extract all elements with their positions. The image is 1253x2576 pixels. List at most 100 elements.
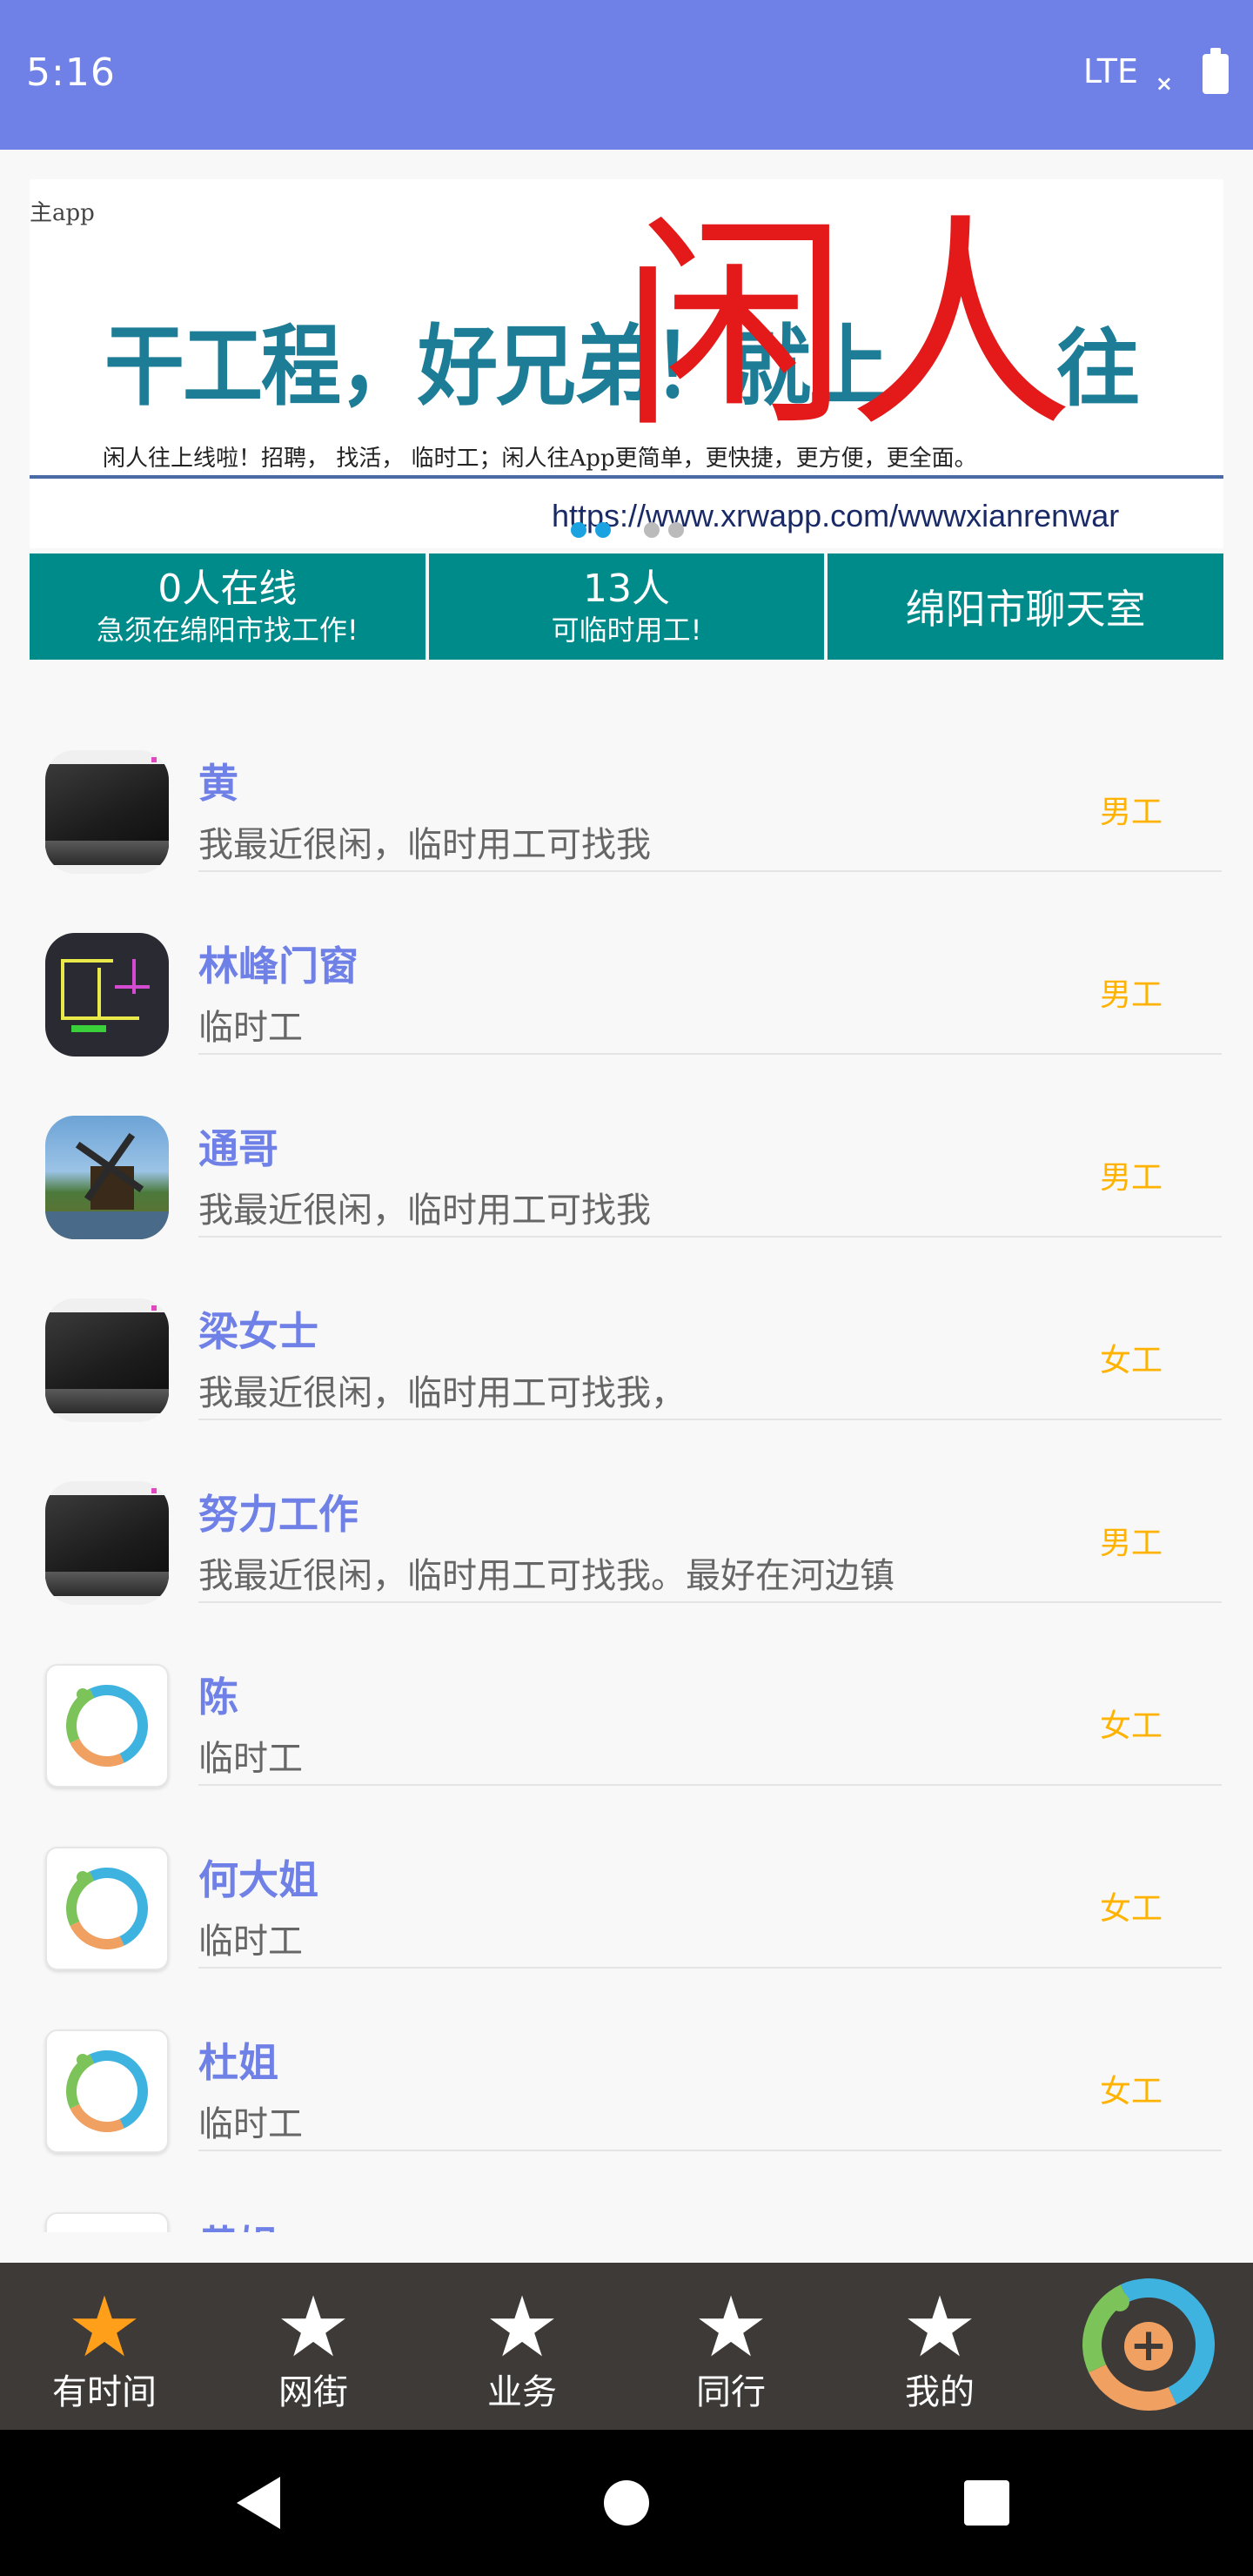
list-item[interactable]: 通哥我最近很闲，临时用工可找我 男工: [0, 1070, 1253, 1253]
worker-name: 杜姐: [198, 2039, 278, 2086]
nav-tab-business[interactable]: ★ 业务: [418, 2263, 626, 2430]
system-nav-bar: [0, 2430, 1253, 2576]
bottom-nav: ★ 有时间 ★ 网街 ★ 业务 ★ 同行 ★ 我的 +: [0, 2259, 1253, 2430]
gender-tag: 女工: [1100, 1708, 1163, 1744]
available-workers-subtitle: 可临时用工!: [551, 614, 702, 647]
info-bar: 0人在线 急须在绵阳市找工作! 13人 可临时用工! 绵阳市聊天室: [30, 553, 1224, 660]
worker-description: 我最近很闲，临时用工可找我，: [198, 1373, 686, 1413]
worker-name: 梁女士: [198, 1308, 318, 1355]
star-icon: ★: [484, 2278, 560, 2376]
worker-description: 我最近很闲，临时用工可找我: [198, 1191, 651, 1231]
online-subtitle: 急须在绵阳市找工作!: [96, 614, 358, 647]
windmill-avatar: [45, 1116, 169, 1239]
nav-tab-label: 业务: [487, 2372, 557, 2412]
status-time: 5:16: [26, 50, 116, 95]
list-item[interactable]: 黄姐: [0, 2167, 1253, 2232]
divider: [198, 1784, 1222, 1786]
back-icon[interactable]: [237, 2477, 280, 2529]
laptop-avatar: [45, 1298, 169, 1422]
nav-tab-label: 网街: [278, 2372, 348, 2412]
online-count: 0人在线: [157, 567, 298, 611]
worker-name: 黄姐: [198, 2214, 278, 2232]
carousel-dot[interactable]: [595, 522, 611, 538]
worker-name: 林峰门窗: [198, 943, 358, 989]
add-post-button[interactable]: +: [1063, 2259, 1234, 2430]
star-icon: ★: [66, 2278, 143, 2376]
worker-name: 黄: [198, 760, 238, 807]
nav-tab-me[interactable]: ★ 我的: [835, 2263, 1044, 2430]
nav-tab-label: 我的: [905, 2372, 975, 2412]
worker-name: 通哥: [198, 1125, 278, 1172]
carousel-dot[interactable]: [668, 522, 684, 538]
list-item[interactable]: 努力工作我最近很闲，临时用工可找我。最好在河边镇 男工: [0, 1436, 1253, 1619]
page: 5:16 LTE × 主app 干工程，好兄弟！就上 闲人 往 闲人往上线啦！招…: [0, 0, 1253, 2576]
logo-dot: [1110, 2292, 1129, 2311]
network-indicator: LTE: [1082, 52, 1138, 91]
gender-tag: 男工: [1100, 1160, 1163, 1196]
list-item[interactable]: 黄我最近很闲，临时用工可找我 男工: [0, 705, 1253, 888]
floorplan-avatar: [45, 933, 169, 1057]
app-logo-avatar: [45, 1664, 169, 1788]
worker-description: 临时工: [198, 1922, 303, 1962]
plus-icon: +: [1124, 2322, 1173, 2371]
worker-description: 临时工: [198, 1739, 303, 1779]
gender-tag: 女工: [1100, 1891, 1163, 1927]
online-count-cell[interactable]: 0人在线 急须在绵阳市找工作!: [30, 553, 425, 660]
nav-tab-label: 有时间: [52, 2372, 157, 2412]
divider: [198, 1419, 1222, 1420]
available-workers-cell[interactable]: 13人 可临时用工!: [428, 553, 825, 660]
star-icon: ★: [693, 2278, 769, 2376]
gender-tag: 女工: [1100, 1343, 1163, 1379]
app-logo-avatar: [45, 1847, 169, 1970]
nav-tab-free-time[interactable]: ★ 有时间: [0, 2263, 209, 2430]
worker-name: 何大姐: [198, 1856, 318, 1903]
battery-icon: [1203, 48, 1229, 94]
worker-description: 我最近很闲，临时用工可找我: [198, 825, 651, 865]
divider: [198, 870, 1222, 872]
banner-app-text: 主app: [30, 200, 95, 226]
divider: [198, 1967, 1222, 1969]
nav-tab-peers[interactable]: ★ 同行: [626, 2263, 835, 2430]
banner-big-text: 闲人: [621, 196, 1074, 459]
star-icon: ★: [901, 2278, 978, 2376]
laptop-avatar: [45, 750, 169, 874]
list-item[interactable]: 陈临时工 女工: [0, 1619, 1253, 1801]
no-signal-icon: ×: [1155, 71, 1173, 96]
gender-tag: 女工: [1100, 2074, 1163, 2110]
carousel-dot[interactable]: [644, 522, 660, 538]
list-item[interactable]: 杜姐临时工 女工: [0, 1984, 1253, 2167]
list-item[interactable]: 何大姐临时工 女工: [0, 1801, 1253, 1984]
carousel-indicator: [539, 522, 684, 540]
chatroom-label: 绵阳市聊天室: [905, 586, 1146, 633]
divider: [198, 2150, 1222, 2151]
home-icon[interactable]: [604, 2480, 649, 2526]
list-item[interactable]: 林峰门窗临时工 男工: [0, 888, 1253, 1070]
gender-tag: 男工: [1100, 795, 1163, 830]
available-workers-count: 13人: [583, 567, 670, 611]
app-logo-avatar: [45, 2212, 169, 2232]
banner-description: 闲人往上线啦！招聘， 找活， 临时工；闲人往App更简单，更快捷，更方便，更全面…: [103, 446, 977, 472]
worker-name: 陈: [198, 1674, 238, 1721]
star-icon: ★: [275, 2278, 352, 2376]
worker-description: 临时工: [198, 2104, 303, 2144]
gender-tag: 男工: [1100, 977, 1163, 1013]
app-logo-avatar: [45, 2029, 169, 2153]
promo-banner[interactable]: 主app 干工程，好兄弟！就上 闲人 往 闲人往上线啦！招聘， 找活， 临时工；…: [30, 179, 1223, 548]
laptop-avatar: [45, 1481, 169, 1605]
nav-tab-street[interactable]: ★ 网街: [209, 2263, 418, 2430]
divider: [198, 1601, 1222, 1603]
nav-tab-label: 同行: [696, 2372, 766, 2412]
recent-apps-icon[interactable]: [964, 2480, 1009, 2526]
list-item[interactable]: 梁女士我最近很闲，临时用工可找我， 女工: [0, 1253, 1253, 1436]
carousel-dot[interactable]: [571, 522, 586, 538]
gender-tag: 男工: [1100, 1526, 1163, 1561]
divider: [198, 1053, 1222, 1055]
worker-list[interactable]: 黄我最近很闲，临时用工可找我 男工 林峰门窗 临时工 男工 通哥 我最近很闲，临时用工可找我…: [0, 705, 1253, 2232]
chatroom-button[interactable]: 绵阳市聊天室: [828, 553, 1224, 660]
worker-name: 努力工作: [198, 1491, 358, 1538]
banner-divider: [30, 475, 1223, 479]
banner-wang-text: 往: [1056, 319, 1140, 418]
worker-description: 我最近很闲，临时用工可找我。最好在河边镇: [198, 1556, 895, 1596]
worker-description: 临时工: [198, 1008, 303, 1048]
divider: [198, 1236, 1222, 1238]
